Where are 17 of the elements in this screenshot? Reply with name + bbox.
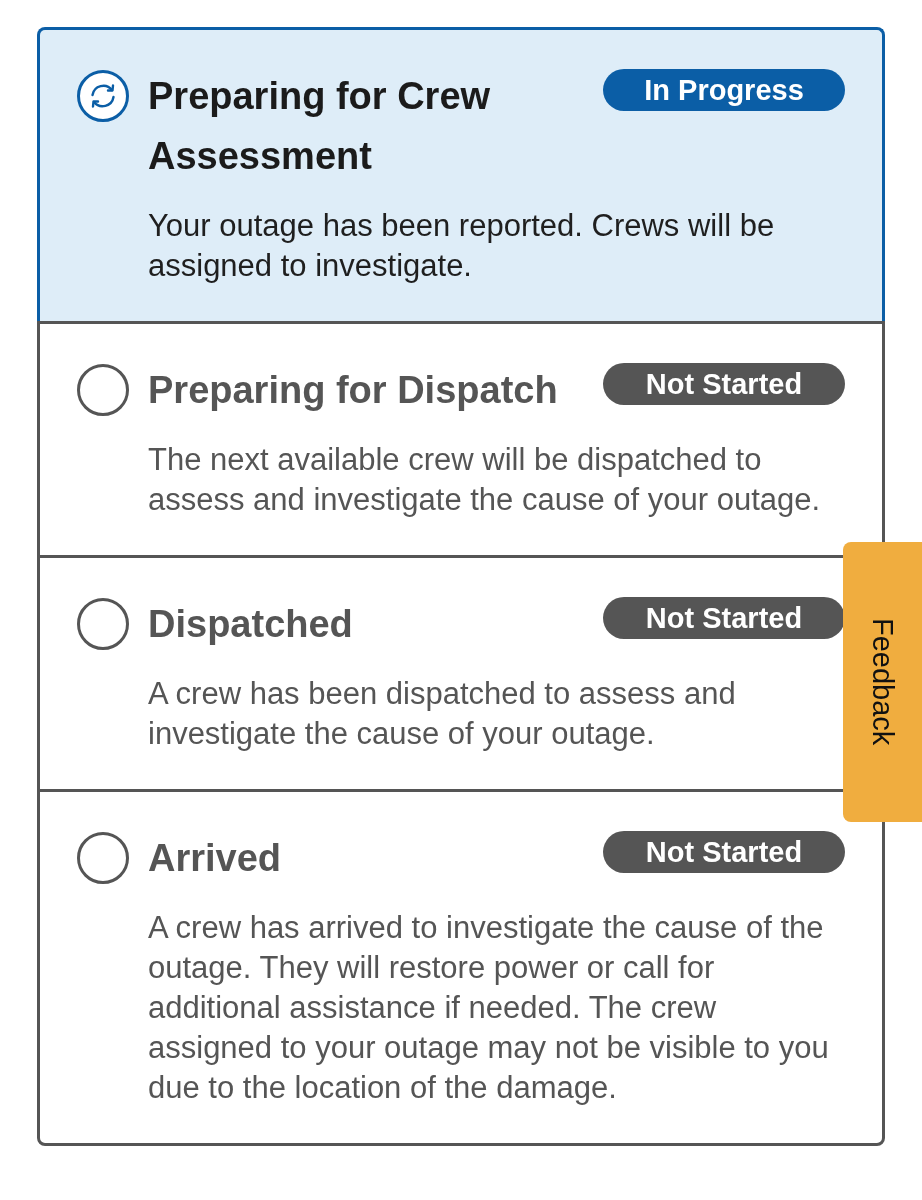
status-label: Not Started <box>603 831 845 873</box>
status-label: Not Started <box>603 363 845 405</box>
empty-circle-icon <box>77 364 129 416</box>
feedback-button[interactable]: Feedback <box>843 542 922 822</box>
step-title: Dispatched <box>148 602 354 647</box>
step-description: A crew has been dispatched to assess and investigate the cause of your outage. <box>148 675 737 753</box>
step-description: The next available crew will be dispatched to assess and investigate the cause of your outage. <box>148 441 822 519</box>
step-title: Preparing for Crew Assessment <box>148 74 492 179</box>
empty-circle-icon <box>77 598 129 650</box>
status-label: Not Started <box>603 597 845 639</box>
status-label: In Progress <box>603 69 845 111</box>
step-description: A crew has arrived to investigate the cause of the outage. They will restore power or call for additional assistance if needed. The crew assigned to your outage may not be visible to you due to the location of the damage. <box>148 909 830 1107</box>
step-title: Preparing for Dispatch <box>148 368 559 413</box>
sync-icon <box>77 70 129 122</box>
empty-circle-icon <box>77 832 129 884</box>
step-description: Your outage has been reported. Crews will be assigned to investigate. <box>148 207 776 285</box>
step-title: Arrived <box>148 836 283 881</box>
